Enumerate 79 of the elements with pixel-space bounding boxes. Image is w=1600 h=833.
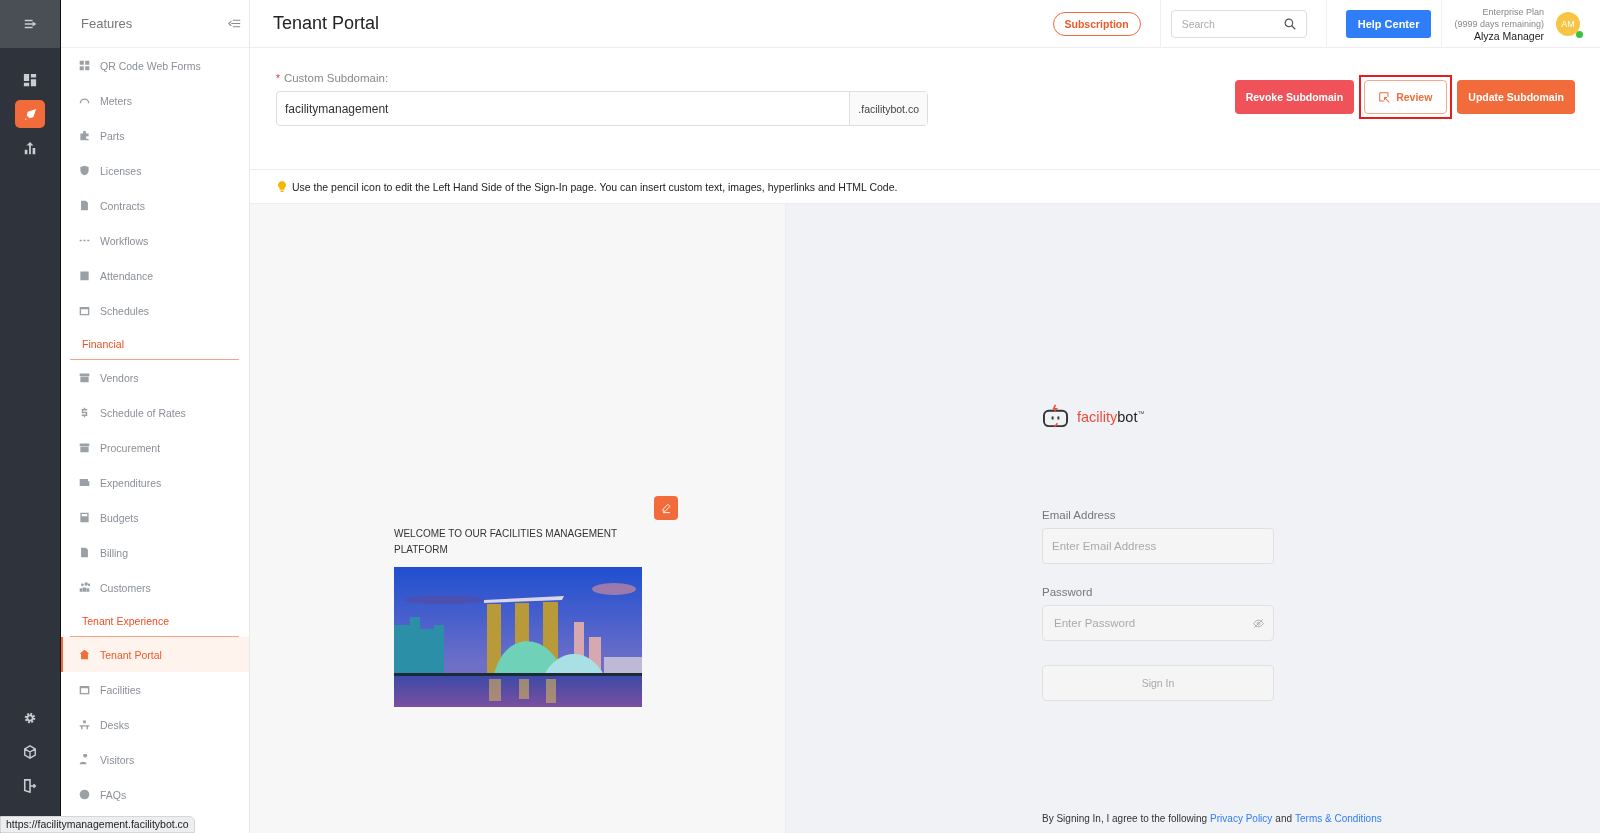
settings-icon[interactable] bbox=[23, 711, 37, 725]
review-icon bbox=[1379, 91, 1391, 103]
plan-name: Enterprise Plan bbox=[1482, 5, 1544, 18]
cube-icon[interactable] bbox=[23, 745, 37, 759]
desk-icon bbox=[79, 719, 90, 730]
doc-icon bbox=[79, 547, 90, 558]
home-icon bbox=[79, 649, 90, 660]
grid-icon bbox=[79, 60, 90, 71]
logout-icon[interactable] bbox=[23, 779, 37, 793]
search-field[interactable]: Search bbox=[1170, 9, 1307, 38]
sidebar-item[interactable]: QR Code Web Forms bbox=[61, 48, 249, 83]
password-field[interactable]: Enter Password bbox=[1042, 605, 1274, 641]
password-input[interactable]: Enter Password bbox=[1052, 616, 1253, 630]
dollar-icon bbox=[79, 407, 90, 418]
sidebar-item[interactable]: Tenant Portal bbox=[61, 637, 249, 672]
sidebar-item[interactable]: Schedule of Rates bbox=[61, 395, 249, 430]
sidebar-section: Financial bbox=[70, 328, 239, 360]
sidebar-item[interactable]: Budgets bbox=[61, 500, 249, 535]
url-tooltip: https://facilitymanagement.facilitybot.co bbox=[0, 816, 195, 833]
pencil-icon bbox=[660, 502, 672, 514]
privacy-policy-link[interactable]: Privacy Policy bbox=[1210, 813, 1273, 824]
sidebar-title: Features bbox=[81, 16, 133, 31]
welcome-text: WELCOME TO OUR FACILITIES MANAGEMENT PLATFORM bbox=[394, 527, 618, 557]
sidebar-item[interactable]: Attendance bbox=[61, 258, 249, 293]
sidebar-item[interactable]: Facilities bbox=[61, 672, 249, 707]
calc-icon bbox=[79, 512, 90, 523]
sidebar-item[interactable]: Meters bbox=[61, 83, 249, 118]
sidebar-item[interactable]: Billing bbox=[61, 535, 249, 570]
terms-and: and bbox=[1275, 813, 1293, 824]
sidebar-item[interactable]: Workflows bbox=[61, 223, 249, 258]
logo-wordmark: facilitybot$^{™}$ bbox=[1077, 408, 1145, 425]
robot-icon bbox=[1042, 404, 1069, 429]
puzzle-icon bbox=[79, 130, 90, 141]
sidebar-item[interactable]: Schedules bbox=[61, 293, 249, 328]
bulb-icon bbox=[278, 181, 286, 192]
sidebar-item[interactable]: FAQs bbox=[61, 777, 249, 812]
subscription-button[interactable]: Subscription bbox=[1052, 11, 1141, 36]
email-label: Email Address bbox=[1042, 509, 1117, 521]
cal-icon bbox=[79, 305, 90, 316]
email-field[interactable]: Enter Email Address bbox=[1042, 528, 1274, 564]
hint-text: Use the pencil icon to edit the Left Hand Side of the Sign-In page. You can insert custom text, images, hyperlinks and HTML Code. bbox=[292, 180, 898, 193]
search-input[interactable]: Search bbox=[1179, 16, 1284, 31]
sidebar-item[interactable]: Vendors bbox=[61, 360, 249, 395]
user-name: Alyza Manager bbox=[1473, 29, 1544, 42]
search-icon[interactable] bbox=[1283, 17, 1296, 30]
store-icon bbox=[79, 442, 90, 453]
rocket-icon[interactable] bbox=[15, 100, 45, 128]
menu-icon[interactable] bbox=[23, 17, 37, 31]
store-icon bbox=[79, 372, 90, 383]
sidebar-item[interactable]: Licenses bbox=[61, 153, 249, 188]
revoke-button[interactable]: Revoke Subdomain bbox=[1234, 80, 1355, 114]
collapse-icon[interactable] bbox=[228, 17, 241, 30]
subdomain-field[interactable]: facilitymanagement .facilitybot.co bbox=[276, 91, 928, 126]
sidebar-item[interactable]: Expenditures bbox=[61, 465, 249, 500]
shield-icon bbox=[79, 165, 90, 176]
terms-text: By Signing In, I agree to the following bbox=[1042, 813, 1208, 824]
sidebar-item[interactable]: Visitors bbox=[61, 742, 249, 777]
terms-link[interactable]: Terms & Conditions bbox=[1295, 813, 1382, 824]
sidebar-item[interactable]: Parts bbox=[61, 118, 249, 153]
sidebar-item[interactable]: Procurement bbox=[61, 430, 249, 465]
sidebar-item[interactable]: Customers bbox=[61, 570, 249, 605]
wallet-icon bbox=[79, 477, 90, 488]
subdomain-input[interactable]: facilitymanagement bbox=[277, 92, 850, 125]
help-center-button[interactable]: Help Center bbox=[1345, 9, 1432, 38]
domain-suffix: .facilitybot.co bbox=[849, 92, 927, 125]
subdomain-label: Custom Subdomain: bbox=[283, 72, 389, 84]
sidebar-item[interactable]: Contracts bbox=[61, 188, 249, 223]
review-button[interactable]: Review bbox=[1364, 80, 1448, 114]
sidebar-item[interactable]: Desks bbox=[61, 707, 249, 742]
info-icon bbox=[79, 789, 90, 800]
days-remaining: (9999 days remaining) bbox=[1454, 17, 1544, 30]
doc-icon bbox=[79, 200, 90, 211]
cal-icon bbox=[79, 684, 90, 695]
page-title: Tenant Portal bbox=[273, 13, 381, 34]
update-button[interactable]: Update Subdomain bbox=[1457, 80, 1575, 114]
gauge-icon bbox=[79, 95, 90, 106]
people-icon bbox=[79, 582, 90, 593]
required-mark: * bbox=[276, 73, 280, 84]
password-label: Password bbox=[1042, 586, 1094, 598]
